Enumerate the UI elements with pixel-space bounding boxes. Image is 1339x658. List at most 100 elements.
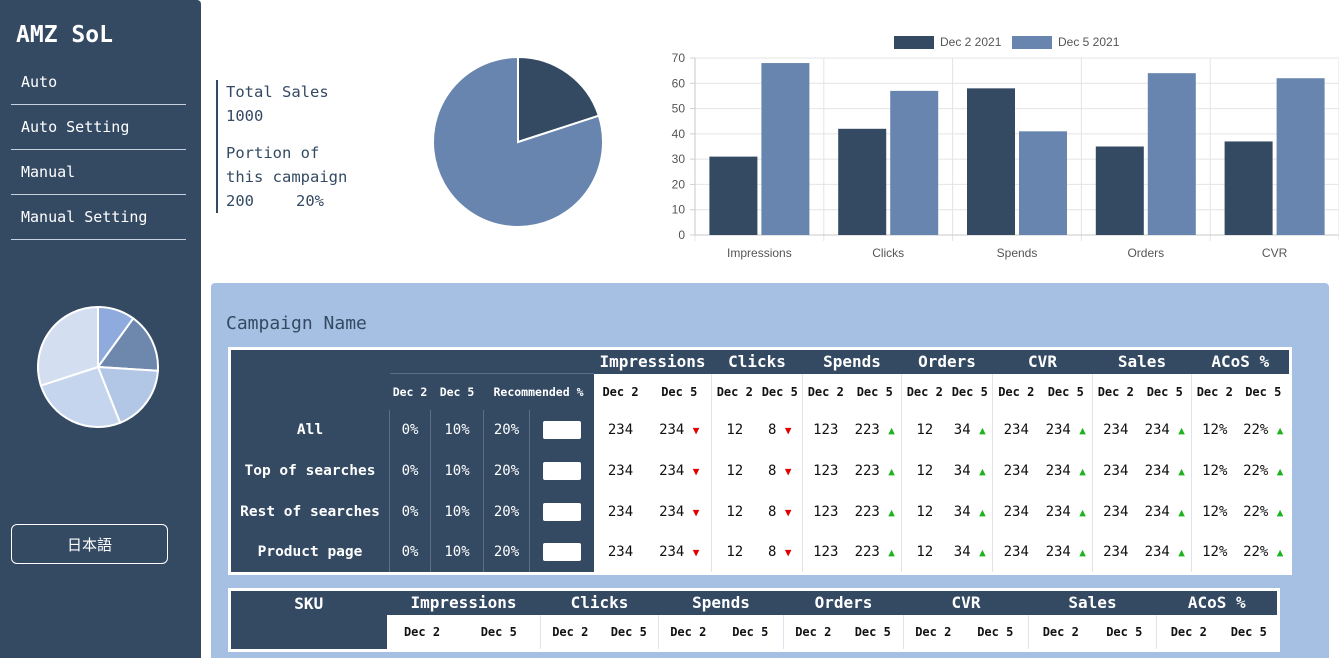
bar-cvr-0[interactable] [1224,141,1273,235]
y-tick-label: 30 [672,152,686,166]
metric-value: 34 [953,463,971,479]
pct-dec5: 10% [430,491,484,533]
metric-value-dec5: 22% ▲ [1237,532,1291,574]
metric-value: 223 [854,422,880,438]
recommended-header: Recommended % [483,373,594,410]
y-tick-label: 0 [678,228,685,242]
metric-value: 234 [1045,422,1071,438]
x-tick-label: Impressions [727,246,792,260]
date-header: Dec 2 [711,373,758,410]
y-tick-label: 10 [672,203,686,217]
metric-value: 234 [659,504,685,520]
trend-up-icon: ▲ [1178,546,1185,560]
metric-value: 8 [768,422,777,438]
metric-value-dec5: 8 ▼ [757,532,803,574]
portion-pie-chart [432,56,604,228]
metric-value: 234 [1144,463,1170,479]
metric-value-dec2: 12% [1191,491,1238,533]
bar-spends-1[interactable] [1019,131,1067,235]
bar-impressions-1[interactable] [761,63,810,235]
bar-impressions-0[interactable] [709,156,758,235]
sidebar-item-auto[interactable]: Auto [11,60,186,105]
trend-up-icon: ▲ [1276,424,1284,437]
metric-value: 8 [768,544,777,561]
legend-swatch[interactable] [1012,36,1052,49]
legend-swatch[interactable] [894,36,934,49]
sku-date-header: Dec 2 [386,614,458,651]
bar-orders-0[interactable] [1095,146,1144,236]
sku-header: SKU [229,589,387,651]
recommended-pct: 20% [483,491,530,533]
metric-value-dec2: 123 [802,532,849,574]
bar-clicks-0[interactable] [838,128,887,235]
sku-date-header: Dec 2 [783,614,843,651]
metric-value-dec5: 234 ▲ [1138,491,1192,533]
pct-dec2: 0% [389,491,431,533]
trend-up-icon: ▲ [888,546,895,560]
bar-orders-1[interactable] [1147,73,1196,235]
metric-value: 234 [1144,422,1170,438]
campaign-table: Impressions Clicks Spends Orders CVR Sales ACo… [228,347,1292,575]
legend-label: Dec 2 2021 [940,35,1002,49]
metric-value-dec5: 223 ▲ [848,450,902,492]
metric-value-dec5: 22% ▲ [1237,450,1291,492]
metric-value-dec2: 12% [1191,450,1238,492]
metric-header: Spends [802,348,902,374]
metric-value-dec5: 22% ▲ [1237,409,1291,451]
date-header: Dec 2 [901,373,948,410]
metric-value: 223 [854,463,880,479]
sidebar-item-manual-setting[interactable]: Manual Setting [11,195,186,240]
metric-value: 22% [1243,463,1269,479]
metric-value-dec2: 234 [1092,450,1139,492]
metric-value: 234 [659,463,685,479]
metric-value-dec5: 34 ▲ [947,532,993,574]
sidebar-item-auto-setting[interactable]: Auto Setting [11,105,186,150]
trend-down-icon: ▼ [784,424,792,437]
row-label: All [229,409,390,451]
pct-dec5: 10% [430,450,484,492]
metric-value-dec2: 12 [901,532,948,574]
recommended-input[interactable] [542,462,581,480]
metric-value: 8 [768,504,777,520]
bar-cvr-1[interactable] [1276,78,1325,235]
language-button[interactable]: 日本語 [11,524,168,564]
sidebar-item-manual[interactable]: Manual [11,150,186,195]
date-header: Dec 2 [802,373,849,410]
metric-value-dec5: 22% ▲ [1237,491,1291,533]
pct-dec2: 0% [389,409,431,451]
metric-value-dec5: 234 ▲ [1138,532,1192,574]
recommended-pct: 20% [483,409,530,451]
metric-value: 223 [854,544,880,561]
metric-value-dec2: 12 [901,409,948,451]
metric-value: 22% [1243,544,1269,561]
metric-value-dec5: 8 ▼ [757,409,803,451]
metric-value-dec5: 223 ▲ [848,409,902,451]
sku-metric-header: ACoS % [1156,589,1279,615]
sku-date-header: Dec 2 [540,614,600,651]
metric-value-dec2: 234 [1092,532,1139,574]
trend-up-icon: ▲ [979,546,986,560]
bar-clicks-1[interactable] [890,90,939,235]
recommended-input[interactable] [542,543,581,562]
metric-value: 234 [1144,504,1170,520]
trend-down-icon: ▼ [692,546,700,560]
date-header: Dec 2 [1092,373,1139,410]
bar-spends-0[interactable] [967,88,1015,235]
metric-value-dec2: 12 [901,491,948,533]
sku-date-header: Dec 5 [842,614,904,651]
metric-value-dec2: 234 [593,450,648,492]
metric-header: Orders [901,348,993,374]
metric-value-dec2: 234 [992,532,1040,574]
metric-value-dec2: 12% [1191,532,1238,574]
recommended-input[interactable] [542,421,581,439]
row-label: Top of searches [229,450,390,492]
sku-date-header: Dec 5 [717,614,784,651]
recommended-input[interactable] [542,503,581,521]
portion-label-line2: this campaign [226,168,348,186]
metric-value: 234 [659,422,685,438]
pct-dec5: 10% [430,532,484,574]
total-sales-value: 1000 [226,107,264,125]
sku-metric-header: CVR [903,589,1029,615]
metric-value-dec2: 12 [901,450,948,492]
date-header: Dec 5 [430,373,484,410]
